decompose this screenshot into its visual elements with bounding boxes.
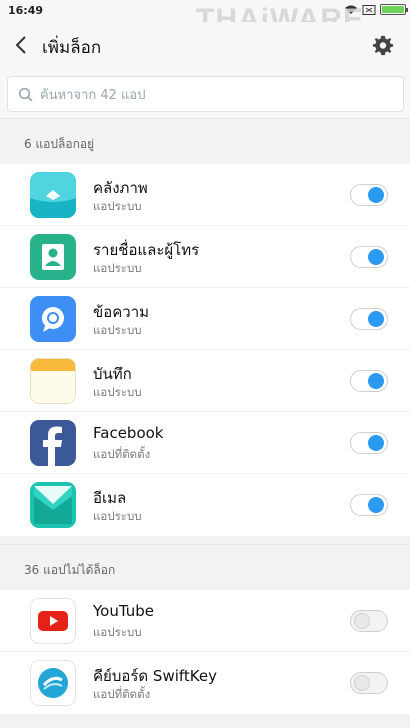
search-icon: [18, 87, 33, 102]
facebook-icon: [30, 420, 76, 466]
contacts-icon: [30, 234, 76, 280]
battery-icon: [380, 4, 408, 15]
app-name: รายชื่อและผู้โทร: [93, 241, 200, 259]
lock-toggle[interactable]: [350, 432, 388, 454]
messages-icon: [30, 296, 76, 342]
app-name: อีเมล: [93, 489, 127, 507]
gear-icon[interactable]: [372, 34, 394, 56]
list-item[interactable]: คลังภาพ แอประบบ: [0, 164, 410, 226]
status-bar: 16:49 THAiWARE: [0, 0, 410, 36]
page-title: เพิ่มล็อก: [42, 38, 102, 58]
lock-toggle[interactable]: [350, 308, 388, 330]
app-type: แอประบบ: [93, 385, 142, 399]
list-item[interactable]: อีเมล แอประบบ: [0, 474, 410, 536]
unlocked-app-list: YouTube แอประบบ คีย์บอร์ด SwiftKey แอปที…: [0, 590, 410, 714]
lock-toggle[interactable]: [350, 610, 388, 632]
gallery-icon: [30, 172, 76, 218]
app-type: แอปที่ติดตั้ง: [93, 687, 151, 701]
unlocked-section-header: 36 แอปไม่ได้ล็อก: [0, 544, 410, 590]
app-type: แอปที่ติดตั้ง: [93, 447, 151, 461]
sim-icon: [362, 4, 376, 15]
lock-toggle[interactable]: [350, 246, 388, 268]
locked-section-header: 6 แอปล็อกอยู่: [0, 118, 410, 164]
app-name: YouTube: [93, 602, 154, 620]
app-name: Facebook: [93, 424, 164, 442]
locked-app-list: คลังภาพ แอประบบ รายชื่อและผู้โทร แอประบบ…: [0, 164, 410, 536]
app-type: แอประบบ: [93, 625, 142, 639]
app-type: แอประบบ: [93, 509, 142, 523]
swiftkey-icon: [30, 660, 76, 706]
app-type: แอประบบ: [93, 199, 142, 213]
lock-toggle[interactable]: [350, 672, 388, 694]
youtube-icon: [30, 598, 76, 644]
list-item[interactable]: รายชื่อและผู้โทร แอประบบ: [0, 226, 410, 288]
app-name: บันทึก: [93, 365, 132, 383]
app-name: คลังภาพ: [93, 179, 148, 197]
lock-toggle[interactable]: [350, 370, 388, 392]
list-item[interactable]: ข้อความ แอประบบ: [0, 288, 410, 350]
list-item[interactable]: Facebook แอปที่ติดตั้ง: [0, 412, 410, 474]
app-type: แอประบบ: [93, 261, 142, 275]
list-item[interactable]: คีย์บอร์ด SwiftKey แอปที่ติดตั้ง: [0, 652, 410, 714]
search-box[interactable]: [7, 76, 404, 112]
app-type: แอประบบ: [93, 323, 142, 337]
search-input[interactable]: [40, 84, 380, 106]
list-item[interactable]: บันทึก แอประบบ: [0, 350, 410, 412]
locked-section-title: 6 แอปล็อกอยู่: [24, 137, 95, 151]
lock-toggle[interactable]: [350, 184, 388, 206]
list-item[interactable]: YouTube แอประบบ: [0, 590, 410, 652]
notes-icon: [30, 358, 76, 404]
search-area: [0, 70, 410, 118]
email-icon: [30, 482, 76, 528]
back-arrow-icon[interactable]: [12, 34, 32, 56]
unlocked-section-title: 36 แอปไม่ได้ล็อก: [24, 563, 116, 577]
app-name: ข้อความ: [93, 303, 150, 321]
app-bar: เพิ่มล็อก: [0, 22, 410, 70]
status-time: 16:49: [8, 4, 44, 17]
app-name: คีย์บอร์ด SwiftKey: [93, 667, 217, 685]
lock-toggle[interactable]: [350, 494, 388, 516]
